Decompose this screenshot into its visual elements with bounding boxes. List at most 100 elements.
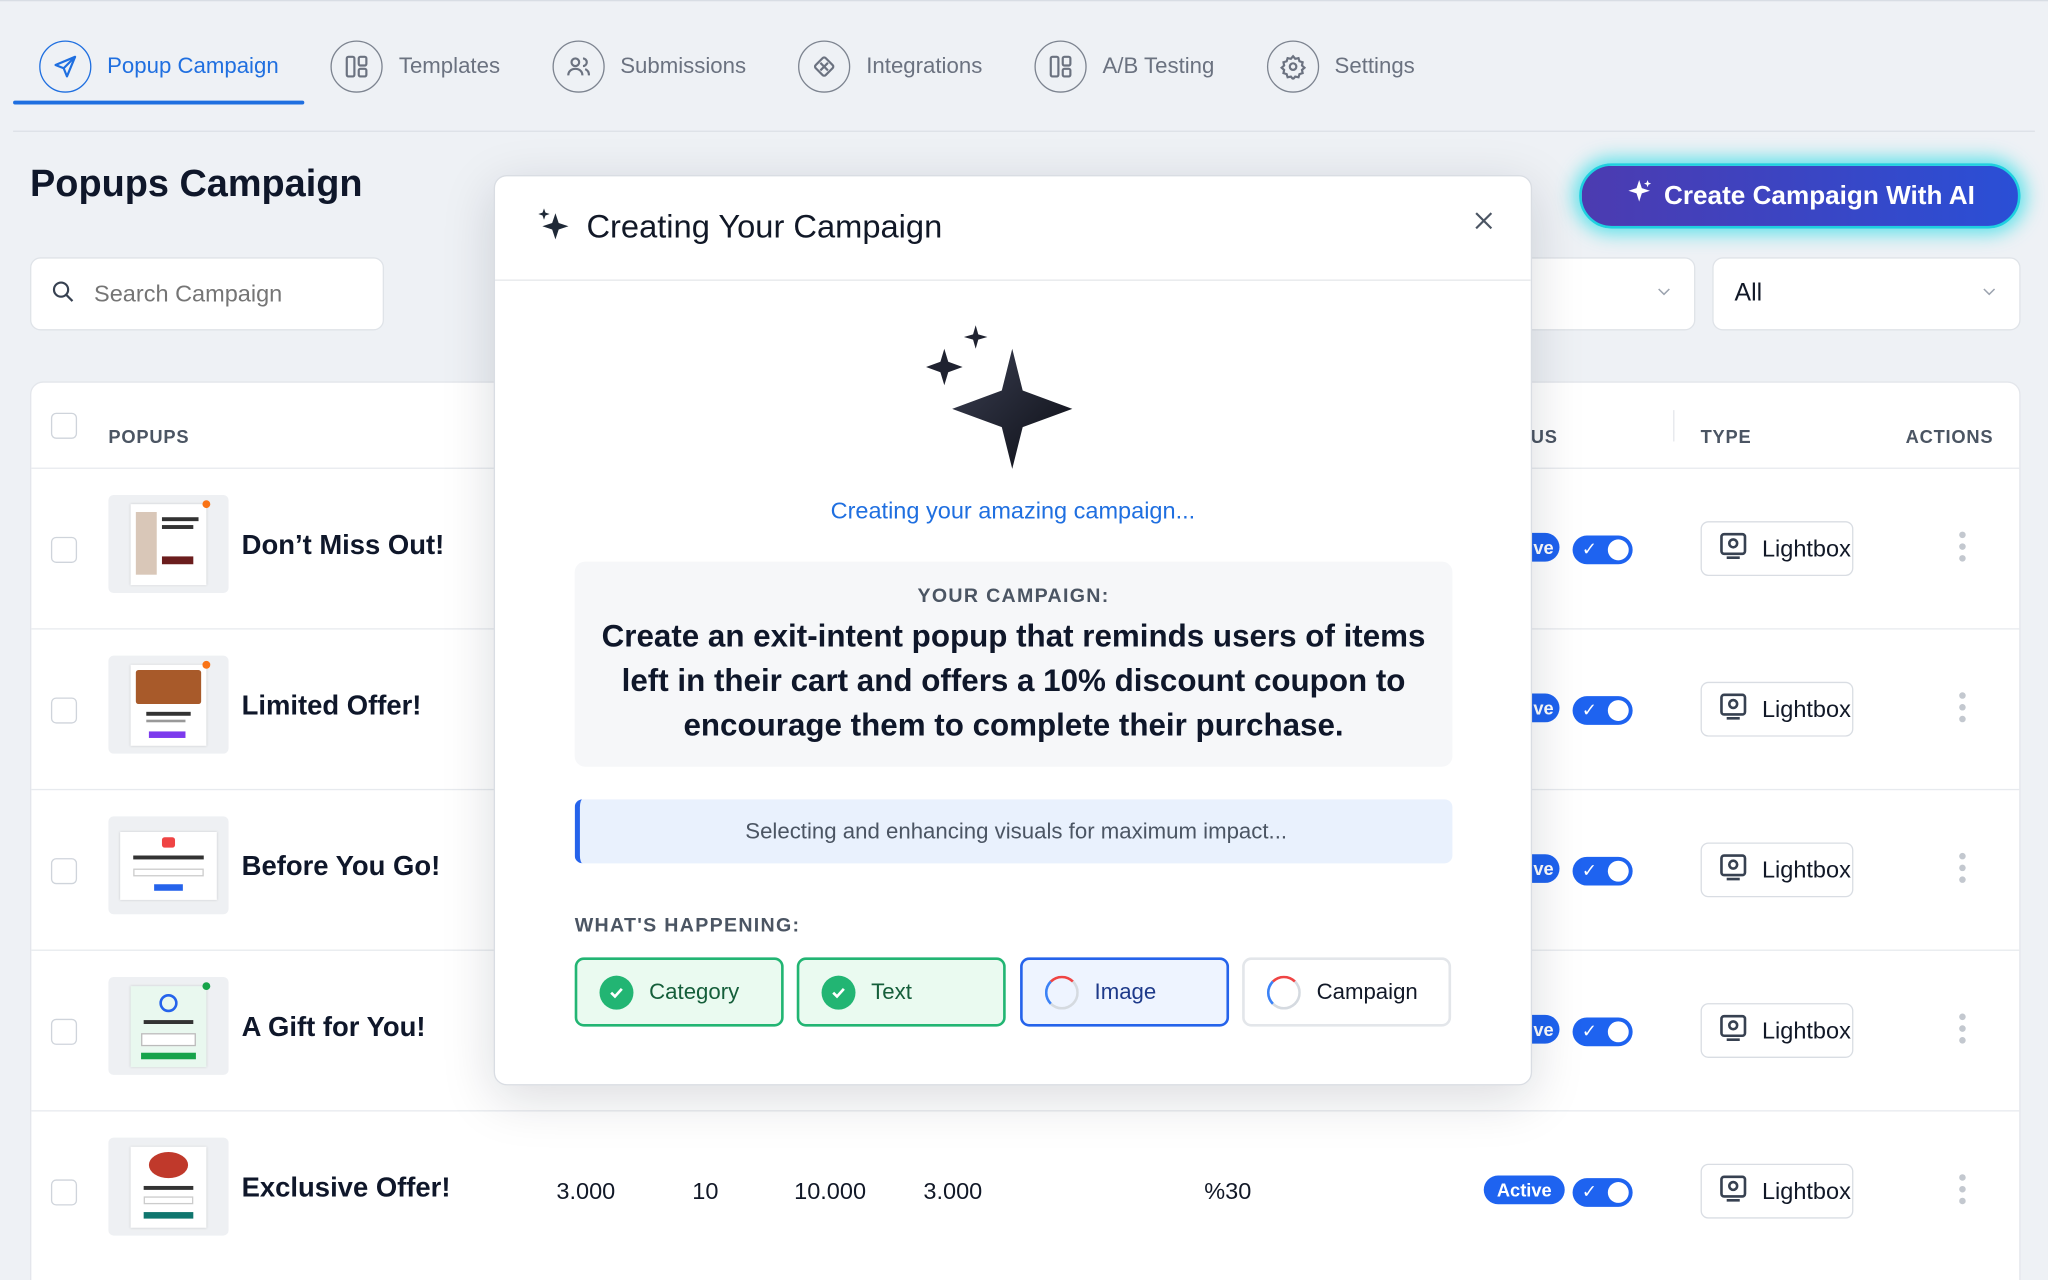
step-label: Category bbox=[649, 978, 740, 1004]
puzzle-icon bbox=[798, 39, 851, 93]
ai-button-label: Create Campaign With AI bbox=[1663, 180, 1975, 210]
tab-label: Popup Campaign bbox=[107, 52, 279, 78]
type-button[interactable]: Lightbox bbox=[1700, 842, 1854, 898]
row-checkbox[interactable] bbox=[50, 1018, 78, 1045]
close-icon[interactable] bbox=[1465, 202, 1502, 239]
select-all-checkbox[interactable] bbox=[50, 412, 78, 439]
thumbnail-preview bbox=[130, 981, 211, 1067]
monitor-icon bbox=[1718, 530, 1749, 568]
type-label: Lightbox bbox=[1761, 1016, 1851, 1043]
top-nav: Popup Campaign Templates Submissions Int… bbox=[13, 1, 2035, 132]
tab-templates[interactable]: Templates bbox=[305, 1, 526, 130]
tab-label: Integrations bbox=[866, 52, 983, 78]
tab-label: A/B Testing bbox=[1102, 52, 1215, 78]
row-checkbox[interactable] bbox=[50, 1179, 78, 1206]
app-page: Popup Campaign Templates Submissions Int… bbox=[0, 0, 2048, 1280]
popup-thumbnail[interactable] bbox=[108, 976, 229, 1075]
thumbnail-preview bbox=[130, 1146, 207, 1228]
step-text: Text bbox=[796, 957, 1006, 1027]
thumbnail-preview bbox=[130, 499, 211, 585]
type-button[interactable]: Lightbox bbox=[1700, 1163, 1854, 1219]
send-icon bbox=[39, 39, 92, 93]
tab-integrations[interactable]: Integrations bbox=[772, 1, 1008, 130]
type-label: Lightbox bbox=[1761, 695, 1851, 722]
status-toggle[interactable]: ✓ bbox=[1572, 696, 1633, 725]
type-button[interactable]: Lightbox bbox=[1700, 521, 1854, 576]
modal-title: Creating Your Campaign bbox=[586, 208, 943, 246]
popup-name[interactable]: A Gift for You! bbox=[242, 1012, 426, 1043]
step-label: Text bbox=[871, 978, 912, 1004]
header-status: US bbox=[1530, 425, 1558, 447]
campaign-label: YOUR CAMPAIGN: bbox=[917, 585, 1110, 608]
type-button[interactable]: Lightbox bbox=[1700, 1003, 1854, 1058]
header-actions: ACTIONS bbox=[1905, 425, 1994, 447]
conversions-value: 3.000 bbox=[923, 1178, 983, 1205]
status-toggle[interactable]: ✓ bbox=[1572, 1017, 1633, 1047]
monitor-icon bbox=[1718, 1172, 1749, 1210]
popup-name[interactable]: Exclusive Offer! bbox=[242, 1173, 451, 1204]
status-toggle[interactable]: ✓ bbox=[1572, 535, 1633, 565]
more-actions-icon[interactable] bbox=[1959, 692, 1967, 723]
page-title: Popups Campaign bbox=[30, 163, 363, 206]
sparkle-icon bbox=[1625, 178, 1654, 215]
type-filter-select[interactable]: All bbox=[1712, 257, 2021, 331]
monitor-icon bbox=[1718, 690, 1749, 728]
type-label: Lightbox bbox=[1761, 856, 1851, 883]
table-row: Exclusive Offer! 3.000 10 10.000 3.000 %… bbox=[31, 1110, 2020, 1271]
split-layout-icon bbox=[1034, 39, 1087, 93]
popup-name[interactable]: Before You Go! bbox=[242, 852, 441, 883]
step-category: Category bbox=[574, 957, 784, 1027]
conversion-rate-value: %30 bbox=[1204, 1178, 1252, 1205]
tab-submissions[interactable]: Submissions bbox=[526, 1, 772, 130]
sparkle-icon bbox=[534, 205, 573, 251]
creating-campaign-modal: Creating Your Campaign Creating your ama… bbox=[493, 175, 1533, 1086]
views-value: 3.000 bbox=[556, 1178, 616, 1205]
spinner-icon bbox=[1044, 975, 1079, 1009]
status-toggle[interactable]: ✓ bbox=[1572, 856, 1633, 886]
popup-thumbnail[interactable] bbox=[108, 495, 229, 593]
modal-header: Creating Your Campaign bbox=[495, 176, 1531, 281]
step-campaign: Campaign bbox=[1242, 957, 1452, 1027]
more-actions-icon[interactable] bbox=[1959, 1013, 1967, 1044]
clicks-value: 10 bbox=[692, 1178, 719, 1205]
step-image: Image bbox=[1020, 957, 1230, 1027]
type-filter-value: All bbox=[1734, 279, 1763, 307]
status-toggle[interactable]: ✓ bbox=[1572, 1178, 1633, 1207]
status-badge: Active bbox=[1483, 1175, 1565, 1205]
check-circle-icon bbox=[821, 975, 856, 1009]
popup-name[interactable]: Limited Offer! bbox=[242, 691, 422, 722]
progress-message: Selecting and enhancing visuals for maxi… bbox=[574, 799, 1453, 864]
row-checkbox[interactable] bbox=[50, 858, 78, 885]
search-input[interactable] bbox=[94, 280, 330, 308]
type-label: Lightbox bbox=[1761, 1177, 1851, 1204]
popup-name[interactable]: Don’t Miss Out! bbox=[242, 530, 445, 561]
more-actions-icon[interactable] bbox=[1959, 531, 1967, 562]
type-button[interactable]: Lightbox bbox=[1700, 681, 1854, 737]
monitor-icon bbox=[1718, 1012, 1749, 1050]
tab-settings[interactable]: Settings bbox=[1241, 1, 1441, 130]
search-box[interactable] bbox=[30, 257, 384, 331]
tab-ab-testing[interactable]: A/B Testing bbox=[1008, 1, 1240, 130]
popup-thumbnail[interactable] bbox=[108, 1137, 229, 1236]
more-actions-icon[interactable] bbox=[1959, 852, 1967, 883]
tab-popup-campaign[interactable]: Popup Campaign bbox=[13, 1, 306, 130]
spinner-icon bbox=[1266, 975, 1301, 1009]
type-label: Lightbox bbox=[1761, 534, 1851, 561]
create-campaign-ai-button[interactable]: Create Campaign With AI bbox=[1579, 163, 2021, 229]
chevron-down-icon bbox=[1655, 280, 1673, 309]
layout-icon bbox=[330, 39, 384, 93]
tab-label: Settings bbox=[1334, 52, 1415, 78]
chevron-down-icon bbox=[1980, 280, 1998, 309]
campaign-summary: YOUR CAMPAIGN: Create an exit-intent pop… bbox=[574, 561, 1453, 767]
header-type: TYPE bbox=[1700, 425, 1752, 447]
row-checkbox[interactable] bbox=[50, 536, 78, 563]
monitor-icon bbox=[1718, 851, 1749, 889]
popup-thumbnail[interactable] bbox=[108, 816, 229, 915]
popup-thumbnail[interactable] bbox=[108, 655, 229, 754]
row-checkbox[interactable] bbox=[50, 697, 78, 724]
users-icon bbox=[552, 39, 605, 93]
more-actions-icon[interactable] bbox=[1959, 1174, 1967, 1205]
whats-happening-label: WHAT'S HAPPENING: bbox=[574, 914, 801, 937]
step-label: Image bbox=[1094, 978, 1157, 1004]
step-label: Campaign bbox=[1316, 978, 1418, 1004]
